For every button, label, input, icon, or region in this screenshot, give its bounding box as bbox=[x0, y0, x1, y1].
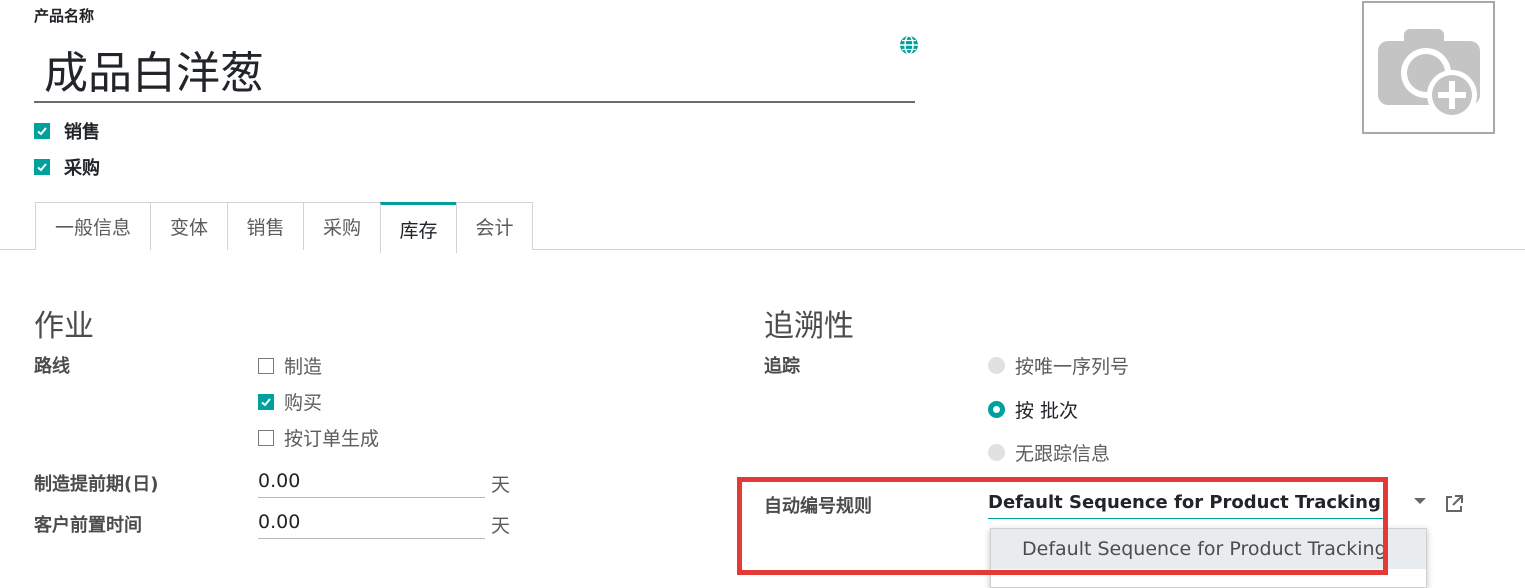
manufacture-lead-label: 制造提前期(日) bbox=[34, 474, 159, 495]
sequence-input[interactable]: Default Sequence for Product Tracking bbox=[988, 487, 1386, 519]
product-image[interactable] bbox=[1362, 1, 1495, 134]
tab-sales[interactable]: 销售 bbox=[227, 202, 304, 250]
route-mto-label: 按订单生成 bbox=[284, 428, 380, 450]
tracking-none-radio[interactable] bbox=[988, 444, 1005, 461]
can-be-sold-row[interactable]: 销售 bbox=[34, 118, 100, 144]
can-be-sold-label: 销售 bbox=[64, 122, 100, 143]
route-buy[interactable]: 购买 bbox=[258, 388, 322, 415]
tab-accounting[interactable]: 会计 bbox=[456, 202, 533, 250]
tracking-lot-label: 按 批次 bbox=[1015, 400, 1079, 422]
check-icon bbox=[37, 127, 47, 136]
product-name-value[interactable]: 成品白洋葱 bbox=[44, 37, 264, 101]
tracking-none[interactable]: 无跟踪信息 bbox=[988, 439, 1110, 466]
route-mto[interactable]: 按订单生成 bbox=[258, 424, 379, 451]
tab-purchase[interactable]: 采购 bbox=[303, 202, 381, 250]
customer-lead-label: 客户前置时间 bbox=[34, 515, 142, 536]
tracking-lot[interactable]: 按 批次 bbox=[988, 396, 1078, 423]
route-buy-checkbox[interactable] bbox=[258, 393, 274, 410]
can-be-purchased-label: 采购 bbox=[64, 158, 100, 179]
tracking-serial-label: 按唯一序列号 bbox=[1015, 356, 1130, 378]
route-mto-checkbox[interactable] bbox=[258, 429, 274, 446]
customer-lead-input[interactable]: 0.00 bbox=[258, 509, 485, 539]
tracking-none-label: 无跟踪信息 bbox=[1015, 443, 1111, 465]
check-icon bbox=[261, 397, 271, 406]
product-name-caption: 产品名称 bbox=[34, 7, 95, 25]
sequence-dropdown: Default Sequence for Product Tracking bbox=[990, 528, 1427, 588]
check-icon bbox=[37, 163, 47, 172]
route-manufacture-label: 制造 bbox=[284, 356, 323, 378]
chevron-down-icon[interactable] bbox=[1414, 498, 1426, 504]
tab-variants[interactable]: 变体 bbox=[150, 202, 228, 250]
sequence-label: 自动编号规则 bbox=[764, 496, 872, 517]
customer-lead-unit: 天 bbox=[491, 515, 511, 537]
route-buy-label: 购买 bbox=[284, 392, 323, 414]
product-name-input[interactable]: 成品白洋葱 bbox=[34, 33, 915, 103]
tracking-serial[interactable]: 按唯一序列号 bbox=[988, 352, 1129, 379]
dropdown-option[interactable]: Default Sequence for Product Tracking bbox=[991, 529, 1426, 569]
manufacture-lead-unit: 天 bbox=[491, 474, 511, 496]
tracking-lot-radio[interactable] bbox=[988, 401, 1005, 418]
routes-label: 路线 bbox=[34, 356, 70, 377]
tab-inventory[interactable]: 库存 bbox=[380, 202, 457, 253]
traceability-title: 追溯性 bbox=[764, 309, 854, 344]
camera-plus-icon bbox=[1378, 29, 1480, 120]
globe-icon[interactable] bbox=[898, 34, 920, 56]
tracking-label: 追踪 bbox=[764, 356, 800, 377]
can-be-purchased-row[interactable]: 采购 bbox=[34, 154, 100, 180]
external-link-icon[interactable] bbox=[1443, 493, 1465, 515]
tracking-serial-radio[interactable] bbox=[988, 357, 1005, 374]
tab-general[interactable]: 一般信息 bbox=[35, 202, 151, 250]
operations-title: 作业 bbox=[34, 309, 94, 344]
can-be-purchased-checkbox[interactable] bbox=[34, 159, 50, 175]
route-manufacture[interactable]: 制造 bbox=[258, 352, 322, 379]
can-be-sold-checkbox[interactable] bbox=[34, 123, 50, 139]
route-manufacture-checkbox[interactable] bbox=[258, 357, 274, 374]
manufacture-lead-input[interactable]: 0.00 bbox=[258, 468, 485, 498]
